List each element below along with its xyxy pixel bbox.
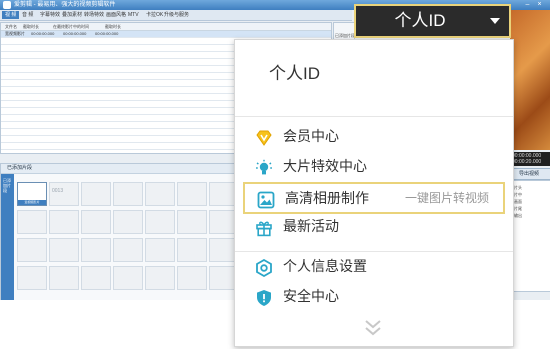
empty-clip-slot[interactable]	[113, 182, 143, 206]
shield-icon	[257, 290, 271, 306]
empty-clip-slot[interactable]	[17, 266, 47, 290]
minimize-icon[interactable]: –	[523, 1, 532, 9]
preview-image	[510, 10, 550, 150]
empty-clip-slot[interactable]	[113, 238, 143, 262]
menu-item-profile-settings[interactable]: 个人信息设置	[243, 252, 505, 284]
column-header[interactable]: 截取时长	[23, 23, 39, 30]
menu-item-hint: 一键图片转视频	[404, 191, 489, 205]
app-logo-icon	[3, 1, 11, 9]
list-item[interactable]: 输出	[514, 213, 522, 218]
personal-id-button[interactable]: 个人ID	[354, 4, 511, 38]
table-cell: 00:00:00.000	[31, 31, 55, 36]
empty-clip-slot[interactable]	[81, 238, 111, 262]
empty-clip-slot[interactable]	[17, 210, 47, 234]
added-clips-panel: 已添加片段 已添加片段 宽视频影片 0013	[0, 163, 239, 300]
menu-item-label: 高清相册制作	[285, 190, 369, 206]
user-dropdown-menu: 个人ID 会员中心 大片特效中心 高清相册制作 一键图片转视频 最新活动 个人信…	[234, 39, 514, 347]
clip-thumbnail[interactable]: 宽视频影片	[17, 182, 47, 206]
clip-table-header: 文件名 截取时长 在最终影片中的时间 截取时长	[1, 23, 331, 31]
bulb-icon	[256, 159, 272, 175]
vip-diamond-icon	[256, 130, 272, 146]
menu-overlay[interactable]: 叠加素材	[62, 11, 82, 19]
menu-item-label: 最新活动	[283, 218, 339, 234]
menu-audio[interactable]: 音 频	[22, 11, 33, 19]
column-header[interactable]: 截取时长	[105, 23, 121, 30]
menu-item-label: 安全中心	[283, 288, 339, 304]
empty-clip-slot[interactable]	[145, 266, 175, 290]
export-video-label: 导出视频	[519, 171, 540, 177]
added-clips-strip: 已添加片段	[1, 174, 14, 300]
side-list: 片头 片中 画面 片尾 输出	[510, 180, 550, 292]
empty-clip-slot[interactable]	[49, 266, 79, 290]
menu-mtv[interactable]: MTV	[128, 11, 139, 19]
gift-icon	[256, 221, 272, 237]
clip-thumbnail-number: 0013	[52, 188, 64, 194]
empty-clip-slot[interactable]	[81, 266, 111, 290]
menu-item-security-center[interactable]: 安全中心	[243, 282, 505, 314]
menu-video[interactable]: 视 频	[2, 11, 20, 19]
menu-item-hd-album[interactable]: 高清相册制作 一键图片转视频	[243, 182, 505, 214]
menu-item-effects-center[interactable]: 大片特效中心	[243, 152, 505, 184]
table-cell: 00:00:00.000	[95, 31, 119, 36]
empty-clip-slot[interactable]	[49, 238, 79, 262]
menu-item-label: 大片特效中心	[283, 158, 367, 174]
empty-clip-slot[interactable]	[17, 238, 47, 262]
clip-thumbnail[interactable]: 0013	[49, 182, 79, 206]
empty-clip-slot[interactable]	[145, 238, 175, 262]
column-header[interactable]: 在最终影片中的时间	[53, 23, 89, 30]
clip-info-label: 已添加片段	[335, 33, 355, 38]
menu-item-vip-center[interactable]: 会员中心	[243, 122, 505, 154]
table-cell: 宽视频影片	[5, 31, 25, 36]
menu-karaoke[interactable]: 卡拉OK	[146, 11, 163, 19]
close-icon[interactable]: ×	[535, 1, 544, 9]
list-item[interactable]: 片中	[514, 192, 522, 197]
list-item[interactable]: 片头	[514, 185, 522, 190]
empty-clip-slot[interactable]	[177, 238, 207, 262]
empty-clip-slot[interactable]	[81, 210, 111, 234]
empty-clip-slot[interactable]	[177, 266, 207, 290]
menu-upgrade[interactable]: 升级与服务	[164, 11, 189, 19]
divider	[235, 116, 513, 117]
image-icon	[257, 191, 275, 209]
app-title: 爱剪辑 - 最易用、强大的视频剪辑软件	[14, 2, 116, 8]
table-row[interactable]: 宽视频影片 00:00:00.000 00:00:00.000 00:00:00…	[1, 31, 331, 38]
strip-label: 已添加片段	[3, 178, 11, 193]
added-clips-tabbar: 已添加片段	[1, 164, 236, 174]
empty-clip-slot[interactable]	[145, 182, 175, 206]
empty-clip-slot[interactable]	[177, 210, 207, 234]
menu-item-latest-events[interactable]: 最新活动	[243, 212, 505, 244]
dropdown-header: 个人ID	[269, 64, 320, 83]
tab-added-clips[interactable]: 已添加片段	[7, 165, 32, 172]
list-item[interactable]: 片尾	[514, 206, 522, 211]
empty-clip-slot[interactable]	[113, 210, 143, 234]
empty-clip-slot[interactable]	[177, 182, 207, 206]
caret-down-icon	[490, 18, 500, 24]
time-readout: 00:00:00.000 00:00:20.000	[510, 152, 550, 166]
total-time: 00:00:20.000	[512, 159, 542, 165]
clip-thumbnail-label: 宽视频影片	[18, 200, 46, 205]
list-item[interactable]: 画面	[514, 199, 522, 204]
export-video-button[interactable]: 导出视频	[510, 168, 550, 180]
settings-icon	[256, 259, 272, 277]
menu-transition[interactable]: 转场特效	[84, 11, 104, 19]
personal-id-label: 个人ID	[394, 11, 446, 30]
empty-clip-slot[interactable]	[145, 210, 175, 234]
app-menubar: 视 频 音 频 字幕特效 叠加素材 转场特效 画面风格 MTV 卡拉OK 升级与…	[0, 10, 352, 21]
table-cell: 00:00:00.000	[63, 31, 87, 36]
menu-subtitle[interactable]: 字幕特效	[40, 11, 60, 19]
menu-style[interactable]: 画面风格	[106, 11, 126, 19]
menu-item-label: 个人信息设置	[283, 258, 367, 274]
column-header[interactable]: 文件名	[5, 23, 17, 30]
menu-item-label: 会员中心	[283, 128, 339, 144]
empty-clip-slot[interactable]	[49, 210, 79, 234]
chevron-double-down-icon[interactable]	[363, 319, 383, 337]
empty-clip-slot[interactable]	[81, 182, 111, 206]
empty-clip-slot[interactable]	[113, 266, 143, 290]
